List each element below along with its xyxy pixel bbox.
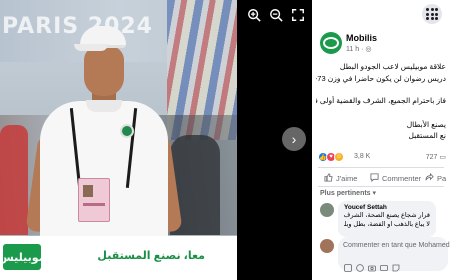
like-button[interactable]: J'aime [324, 172, 357, 184]
comment-bubble-icon: ▭ [439, 154, 446, 161]
accreditation-badge [78, 178, 110, 222]
comment-text-line: قرار شجاع يصنع الصحة، الشرف [344, 212, 430, 219]
share-button[interactable]: Pa [425, 172, 446, 184]
comment-count-value: 727 [425, 154, 438, 161]
athlete-figure [25, 26, 183, 236]
emoji-icon[interactable] [356, 259, 364, 272]
camera-icon[interactable] [368, 259, 376, 272]
grid-icon [426, 8, 438, 20]
chevron-right-icon: › [291, 131, 297, 147]
page-name[interactable]: Mobilis [346, 33, 377, 43]
commenter-avatar[interactable] [320, 203, 334, 217]
shirt-emblem [120, 124, 134, 138]
athlete-collar [86, 100, 122, 112]
comment-label: Commenter [382, 173, 422, 183]
thumbs-up-icon [324, 172, 333, 184]
next-photo-button[interactable]: › [282, 127, 306, 151]
comment-count[interactable]: 727 ▭ [426, 153, 446, 161]
zoom-out-icon[interactable] [268, 7, 284, 23]
divider [318, 167, 444, 168]
sticker-alt-icon[interactable] [392, 259, 400, 272]
comment-placeholder: Commenter en tant que Mohamed [343, 242, 450, 249]
globe-icon: · ◎ [361, 46, 372, 53]
reaction-count[interactable]: 3,8 K [354, 153, 370, 160]
post-text-line: يصنع الأبطال [406, 120, 446, 129]
current-user-avatar [320, 239, 334, 253]
comment-text-line: لا يباع بالذهب او الفضة، بطل وبلى [344, 221, 430, 228]
background-person [0, 125, 28, 235]
post-text-line: فاز باحترام الجميع، الشرف والقضية أولى ف… [316, 96, 446, 105]
comment-button[interactable]: Commenter [370, 172, 421, 184]
athlete-face [84, 46, 124, 96]
like-label: J'aime [336, 173, 358, 183]
post-text-line: نع المستقبل [408, 131, 446, 140]
gif-icon[interactable] [380, 259, 388, 271]
brand-slogan: معا، نصنع المستقبل [97, 250, 205, 262]
athlete-cap-brim [74, 44, 108, 51]
post-panel: Mobilis 11 h · ◎ علاقة موبيليس لاعب الجو… [312, 0, 450, 280]
post-meta: 11 h · ◎ [346, 45, 371, 53]
page-avatar[interactable] [320, 32, 342, 54]
share-icon [425, 172, 434, 184]
badge-bar [83, 203, 105, 206]
photo-post-window: PARIS 2024 موبيليس معا، نصنع المستقبل › … [0, 0, 450, 280]
comment-author[interactable]: Youcef Settah [344, 204, 430, 211]
share-label: Pa [437, 173, 447, 183]
comment-bubble: Youcef Settah قرار شجاع يصنع الصحة، الشر… [338, 201, 436, 237]
zoom-in-icon[interactable] [246, 7, 262, 23]
post-time[interactable]: 11 h [346, 46, 359, 53]
menu-grid-button[interactable] [422, 4, 442, 24]
comment-icon [370, 172, 379, 184]
post-text-line: دريس رضوان لن يكون حاضرا في وزن 73- كلغ [316, 74, 446, 83]
sort-label: Plus pertinents [320, 190, 371, 197]
comment-sort-dropdown[interactable]: Plus pertinents ▾ [320, 189, 376, 197]
post-text-line: علاقة موبيليس لاعب الجودو البطل [339, 62, 446, 71]
post-photo: PARIS 2024 موبيليس معا، نصنع المستقبل [0, 0, 237, 280]
mobilis-logo: موبيليس [0, 244, 45, 270]
badge-photo [83, 185, 93, 197]
top-bar [312, 0, 450, 26]
sticker-icon[interactable] [344, 259, 352, 272]
haha-reaction-icon: ☺ [334, 152, 344, 162]
fullscreen-icon[interactable] [290, 7, 306, 23]
brand-strip: موبيليس معا، نصنع المستقبل [0, 236, 237, 280]
comment-input[interactable]: Commenter en tant que Mohamed [338, 237, 450, 272]
chevron-down-icon: ▾ [372, 190, 377, 197]
divider [318, 186, 444, 187]
reactions-bar[interactable]: 👍 ♥ ☺ 3,8 K 727 ▭ [318, 152, 446, 164]
photo-viewer[interactable]: PARIS 2024 موبيليس معا، نصنع المستقبل › [0, 0, 312, 280]
